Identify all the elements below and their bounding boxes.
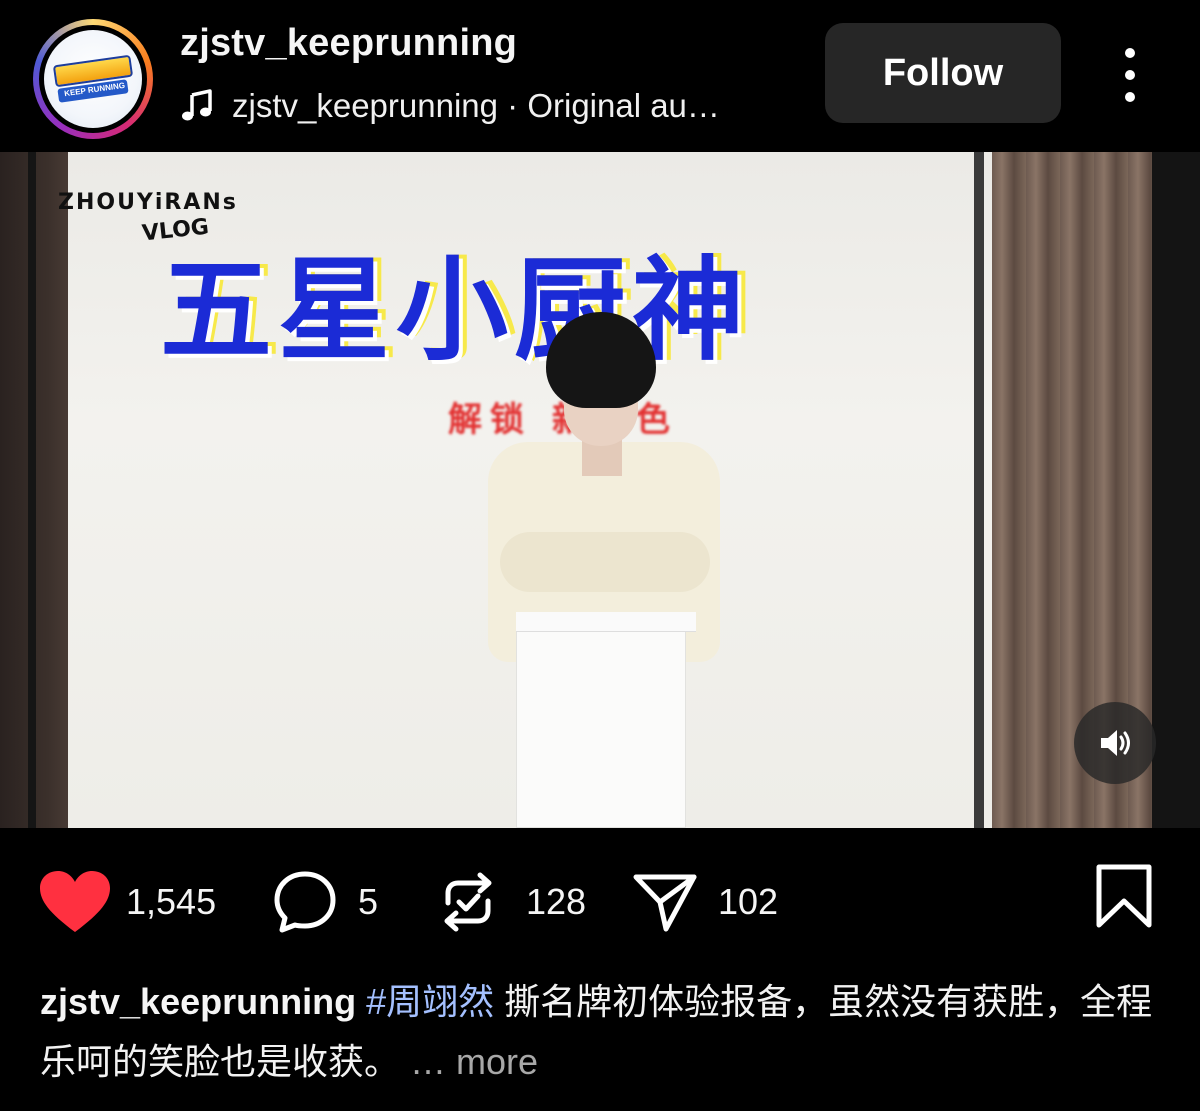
post-username[interactable]: zjstv_keeprunning <box>180 22 517 65</box>
post-header: KEEP RUNNING zjstv_keeprunning zjstv_kee… <box>0 0 1200 152</box>
music-note-icon <box>182 89 212 121</box>
person-figure <box>486 312 726 828</box>
follow-button[interactable]: Follow <box>825 23 1061 123</box>
comment-group: 5 <box>272 869 379 935</box>
share-group: 102 <box>632 872 778 932</box>
like-count: 1,545 <box>126 881 217 922</box>
comment-count: 5 <box>358 881 379 922</box>
profile-avatar[interactable]: KEEP RUNNING <box>33 19 153 139</box>
repost-count: 128 <box>526 881 587 922</box>
more-options-icon[interactable] <box>1110 40 1150 110</box>
speaker-icon <box>1101 730 1130 756</box>
bookmark-icon <box>1096 864 1152 928</box>
save-button[interactable] <box>1095 864 1153 933</box>
caption-hashtag[interactable]: #周翊然 <box>366 981 494 1022</box>
like-group: 1,545 <box>38 870 217 934</box>
comment-icon[interactable] <box>272 869 338 935</box>
audio-label: zjstv_keeprunning · Original au… <box>232 87 720 124</box>
heart-icon[interactable] <box>38 870 112 934</box>
caption-username[interactable]: zjstv_keeprunning <box>40 981 356 1022</box>
repost-group: 128 <box>440 872 586 932</box>
audio-attribution[interactable]: zjstv_keeprunning · Original au… <box>180 86 842 126</box>
caption-more-link[interactable]: … more <box>410 1041 538 1082</box>
post-caption: zjstv_keeprunning #周翊然 撕名牌初体验报备，虽然没有获胜，全… <box>40 972 1170 1092</box>
share-count: 102 <box>718 881 779 922</box>
keep-running-logo: KEEP RUNNING <box>44 30 142 128</box>
action-bar: 1,545 5 128 102 <box>0 828 1200 978</box>
reel-video[interactable]: ZHOUYiRANs VLOG 五星小厨神 解锁 新角色 <box>0 152 1200 828</box>
share-send-icon[interactable] <box>632 869 698 935</box>
repost-icon[interactable] <box>440 869 496 935</box>
volume-button[interactable] <box>1074 702 1156 784</box>
vlog-tag: ZHOUYiRANs <box>58 190 238 215</box>
